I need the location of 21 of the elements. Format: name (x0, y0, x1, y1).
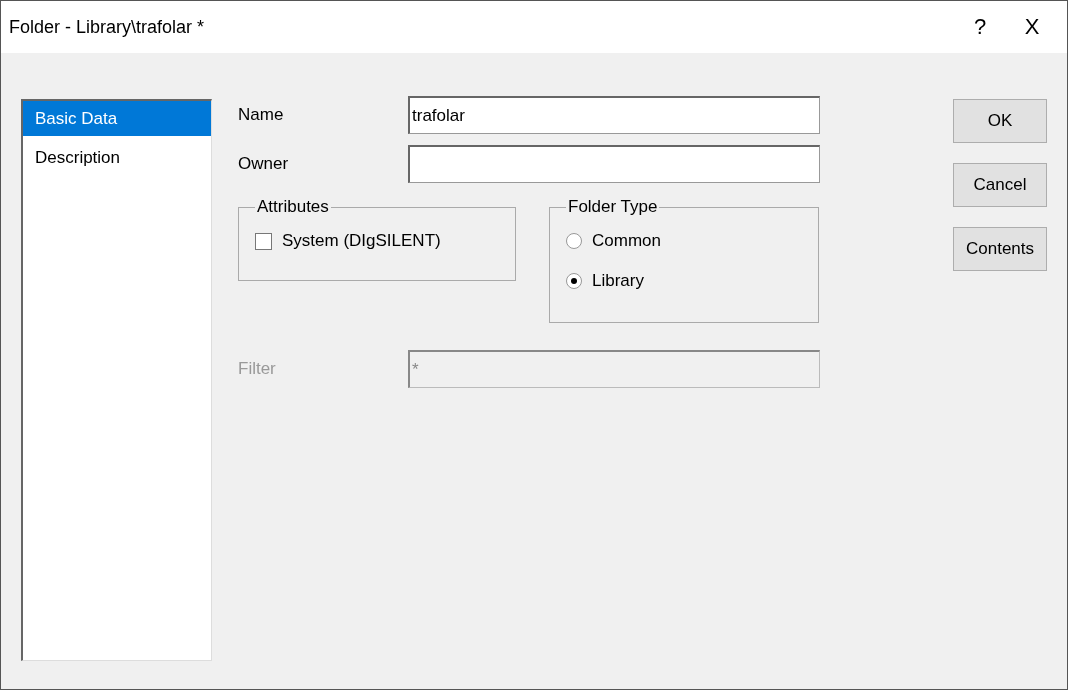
text-field[interactable] (408, 145, 820, 183)
page-list-item[interactable]: Description (23, 140, 211, 175)
radio-label: Library (592, 271, 644, 291)
help-button[interactable]: ? (957, 7, 1003, 47)
field-label: Name (238, 105, 285, 125)
dialog-button[interactable]: OK (953, 99, 1047, 143)
radio-button[interactable] (566, 273, 582, 289)
dialog-button[interactable]: Contents (953, 227, 1047, 271)
close-button[interactable]: X (1009, 7, 1055, 47)
radio-button[interactable] (566, 233, 582, 249)
group-title: Attributes (256, 197, 330, 217)
dialog-button[interactable]: Cancel (953, 163, 1047, 207)
page-list-item[interactable]: Basic Data (23, 101, 211, 136)
window-title: Folder - Library\trafolar * (9, 16, 206, 38)
field-label: Owner (238, 154, 290, 174)
checkbox[interactable] (255, 232, 272, 250)
radio-label: Common (592, 231, 661, 251)
text-field[interactable]: trafolar (408, 96, 820, 134)
checkbox-label: System (DIgSILENT) (282, 231, 441, 251)
filter-label: Filter (238, 359, 277, 379)
group-title: Folder Type (567, 197, 659, 217)
